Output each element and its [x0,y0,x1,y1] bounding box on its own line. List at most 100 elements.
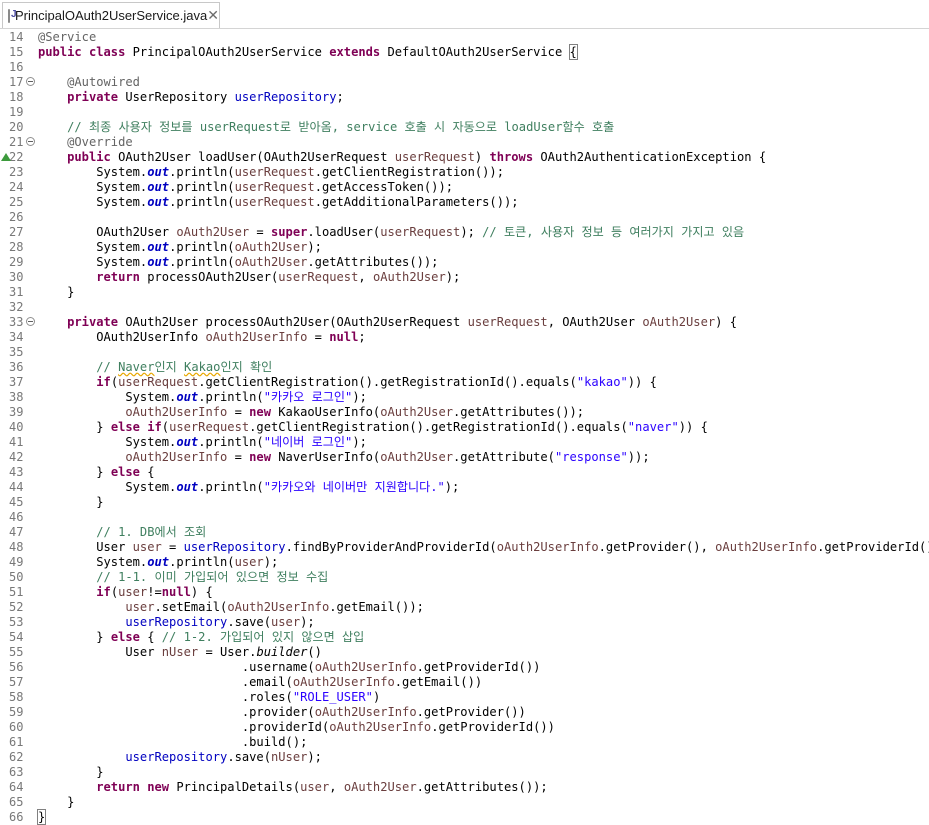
code-text: } [38,285,74,300]
code-line[interactable]: 23 System.out.println(userRequest.getCli… [0,165,929,180]
code-editor[interactable]: 14 @Service 15 public class PrincipalOAuth2… [0,30,929,825]
code-token: .println( [169,180,235,194]
code-token: .setEmail( [154,600,228,614]
code-line[interactable]: 46 [0,510,929,525]
code-line[interactable]: 26 [0,210,929,225]
code-line[interactable]: 34 OAuth2UserInfo oAuth2UserInfo = null; [0,330,929,345]
code-text: // 1-1. 이미 가입되어 있으면 정보 수집 [38,570,328,585]
code-line[interactable]: 21 @Override [0,135,929,150]
code-text: .email(oAuth2UserInfo.getEmail()) [38,675,482,690]
code-line[interactable]: 41 System.out.println("네이버 로그인"); [0,435,929,450]
fold-toggle-icon[interactable] [26,77,35,86]
line-number: 27 [9,225,24,239]
code-line[interactable]: 22 public OAuth2User loadUser(OAuth2User… [0,150,929,165]
code-line[interactable]: 16 [0,60,929,75]
fold-toggle-icon[interactable] [26,317,35,326]
code-line[interactable]: 20 // 최종 사용자 정보를 userRequest로 받아옴, servi… [0,120,929,135]
code-line[interactable]: 48 User user = userRepository.findByProv… [0,540,929,555]
code-line[interactable]: 64 return new PrincipalDetails(user, oAu… [0,780,929,795]
code-line[interactable]: 61 .build(); [0,735,929,750]
code-line[interactable]: 59 .provider(oAuth2UserInfo.getProvider(… [0,705,929,720]
code-line[interactable]: 17 @Autowired [0,75,929,90]
code-line[interactable]: 36 // Naver인지 Kakao인지 확인 [0,360,929,375]
code-line[interactable]: 14 @Service [0,30,929,45]
line-number: 18 [9,90,24,104]
code-line[interactable]: 30 return processOAuth2User(userRequest,… [0,270,929,285]
line-number: 40 [9,420,24,434]
code-token: } [38,495,104,509]
line-number: 30 [9,270,24,284]
code-line[interactable]: 31 } [0,285,929,300]
code-line[interactable]: 44 System.out.println("카카오와 네이버만 지원합니다."… [0,480,929,495]
code-token: System. [38,165,148,179]
editor-tab[interactable]: PrincipalOAuth2UserService.java ✕ [2,2,220,28]
code-line[interactable]: 37 if(userRequest.getClientRegistration(… [0,375,929,390]
line-number: 66 [9,810,24,824]
code-token: .getClientRegistration()); [314,165,504,179]
line-number: 35 [9,345,24,359]
code-line[interactable]: 24 System.out.println(userRequest.getAcc… [0,180,929,195]
code-line[interactable]: 50 // 1-1. 이미 가입되어 있으면 정보 수집 [0,570,929,585]
code-token: } [38,765,104,779]
code-token: } [38,795,75,809]
code-line[interactable]: 62 userRepository.save(nUser); [0,750,929,765]
code-line[interactable]: 33 private OAuth2User processOAuth2User(… [0,315,929,330]
line-number: 29 [9,255,24,269]
code-line[interactable]: 15 public class PrincipalOAuth2UserServic… [0,44,929,60]
code-line[interactable]: 39 oAuth2UserInfo = new KakaoUserInfo(oA… [0,405,929,420]
code-line[interactable]: 58 .roles("ROLE_USER") [0,690,929,705]
code-line[interactable]: 65 } [0,795,929,810]
close-icon[interactable]: ✕ [207,9,219,23]
code-token: OAuth2User processOAuth2User(OAuth2UserR… [118,315,468,329]
code-line[interactable]: 18 private UserRepository userRepository… [0,90,929,105]
code-token: .getProviderId()) [431,720,555,734]
line-number: 48 [9,540,24,554]
code-line[interactable]: 66} [0,809,929,825]
code-line[interactable]: 57 .email(oAuth2UserInfo.getEmail()) [0,675,929,690]
code-line[interactable]: 27 OAuth2User oAuth2User = super.loadUse… [0,225,929,240]
code-token: @Override [67,135,133,149]
code-line[interactable]: 60 .providerId(oAuth2UserInfo.getProvide… [0,720,929,735]
code-line[interactable]: 53 userRepository.save(user); [0,615,929,630]
code-line[interactable]: 56 .username(oAuth2UserInfo.getProviderI… [0,660,929,675]
code-line[interactable]: 25 System.out.println(userRequest.getAdd… [0,195,929,210]
code-line[interactable]: 55 User nUser = User.builder() [0,645,929,660]
code-line[interactable]: 43 } else { [0,465,929,480]
code-token: oAuth2User [642,315,716,329]
code-line[interactable]: 45 } [0,495,929,510]
code-token: { [139,630,162,644]
code-line[interactable]: 38 System.out.println("카카오 로그인"); [0,390,929,405]
code-token: user [118,585,148,599]
code-token: .getAdditionalParameters()); [314,195,519,209]
code-line[interactable]: 29 System.out.println(oAuth2User.getAttr… [0,255,929,270]
code-line[interactable]: 54 } else { // 1-2. 가입되어 있지 않으면 삽입 [0,630,929,645]
code-line[interactable]: 35 [0,345,929,360]
code-token: System. [38,240,148,254]
code-token: "카카오 로그인" [263,390,353,404]
code-line[interactable]: 52 user.setEmail(oAuth2UserInfo.getEmail… [0,600,929,615]
code-token: userRequest [380,225,461,239]
code-token: OAuth2UserInfo [38,330,206,344]
code-line[interactable]: 47 // 1. DB에서 조회 [0,525,929,540]
code-line[interactable]: 51 if(user!=null) { [0,585,929,600]
code-text: userRepository.save(user); [38,615,314,630]
fold-toggle-icon[interactable] [26,137,35,146]
code-token: return [96,270,140,284]
code-line[interactable]: 49 System.out.println(user); [0,555,929,570]
code-line[interactable]: 40 } else if(userRequest.getClientRegist… [0,420,929,435]
code-token: .email( [38,675,293,689]
code-line[interactable]: 32 [0,300,929,315]
code-token: out [147,180,170,194]
code-line[interactable]: 42 oAuth2UserInfo = new NaverUserInfo(oA… [0,450,929,465]
code-token: oAuth2User [380,405,454,419]
code-token: .save( [227,615,271,629]
code-line[interactable]: 19 [0,105,929,120]
code-token: , OAuth2User [547,315,643,329]
code-token: .println( [169,555,235,569]
code-token: ); [307,750,322,764]
code-line[interactable]: 28 System.out.println(oAuth2User); [0,240,929,255]
code-line[interactable]: 63 } [0,765,929,780]
